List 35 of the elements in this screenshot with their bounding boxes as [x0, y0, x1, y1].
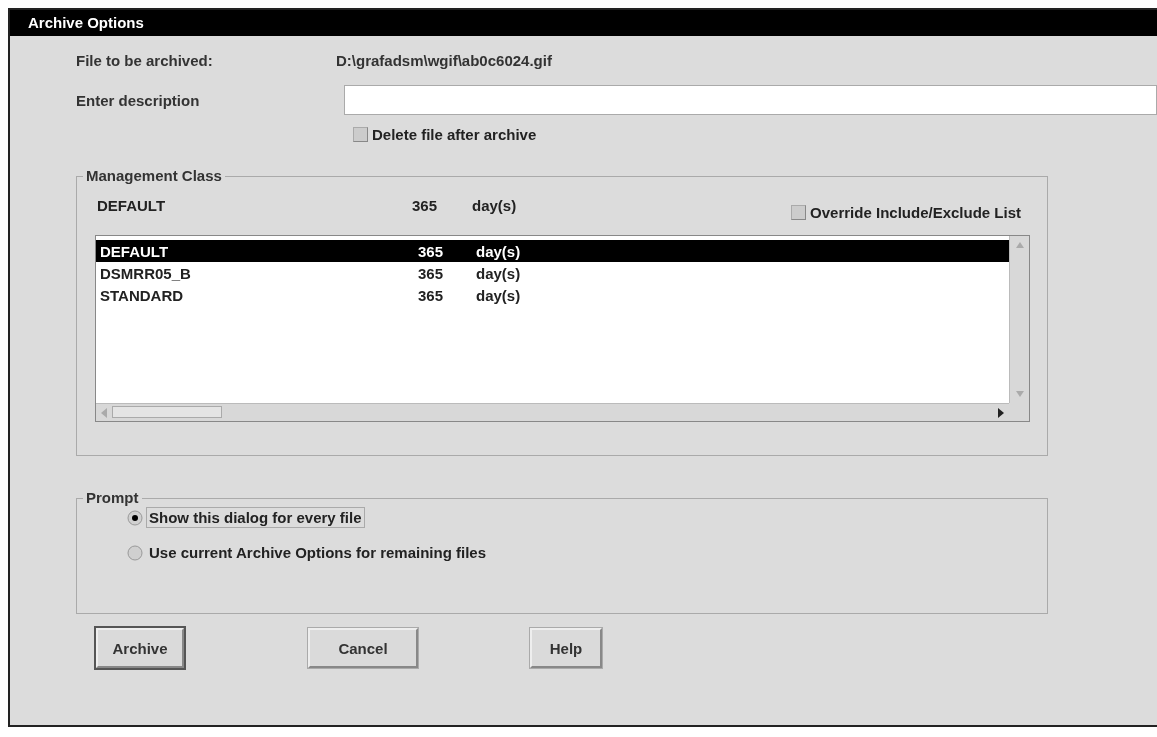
checkbox-label[interactable]: Override Include/Exclude List [810, 203, 1021, 221]
radio-label[interactable]: Show this dialog for every file [146, 507, 365, 528]
retention-unit: day(s) [472, 197, 517, 216]
dialog-button[interactable]: Cancel [308, 628, 418, 668]
vertical-scrollbar[interactable] [1009, 236, 1029, 403]
dialog-button[interactable]: Help [530, 628, 602, 668]
checkbox-label[interactable]: Delete file after archive [372, 125, 537, 143]
class-name: DSMRR05_B [100, 264, 192, 282]
radio-label[interactable]: Use current Archive Options for remaining files [146, 542, 490, 563]
retention-days: 365 [412, 197, 472, 217]
checkbox[interactable] [791, 204, 807, 220]
dialog-button[interactable]: Archive [96, 628, 184, 668]
window-title: Archive Options [10, 10, 1157, 36]
class-name: DEFAULT [100, 242, 170, 260]
list-row[interactable]: DEFAULT 365 day(s) [96, 240, 1009, 262]
retention-days: 365 [418, 264, 476, 282]
list-row[interactable]: DSMRR05_B 365 day(s) [96, 262, 1009, 284]
description-field[interactable] [344, 85, 1157, 115]
retention-unit: day(s) [476, 286, 521, 304]
field-label: Enter description [76, 91, 201, 109]
retention-unit: day(s) [476, 264, 521, 282]
retention-days: 365 [418, 286, 476, 304]
group-title: Management Class [83, 167, 225, 184]
horizontal-scrollbar[interactable] [96, 403, 1009, 421]
retention-unit: day(s) [476, 242, 521, 260]
radio-button[interactable] [127, 544, 143, 561]
class-name: STANDARD [100, 286, 185, 304]
radio-button[interactable] [127, 509, 143, 526]
file-path: D:\grafadsm\wgif\ab0c6024.gif [336, 51, 552, 69]
list-row[interactable]: STANDARD 365 day(s) [96, 284, 1009, 306]
field-label: File to be archived: [76, 51, 214, 69]
class-listbox[interactable]: DEFAULT 365 day(s) DSMRR05_B 365 day(s) STANDARD 365 day(s) [95, 235, 1030, 422]
checkbox[interactable] [353, 126, 368, 142]
retention-days: 365 [418, 242, 476, 260]
class-name: DEFAULT [97, 197, 167, 216]
